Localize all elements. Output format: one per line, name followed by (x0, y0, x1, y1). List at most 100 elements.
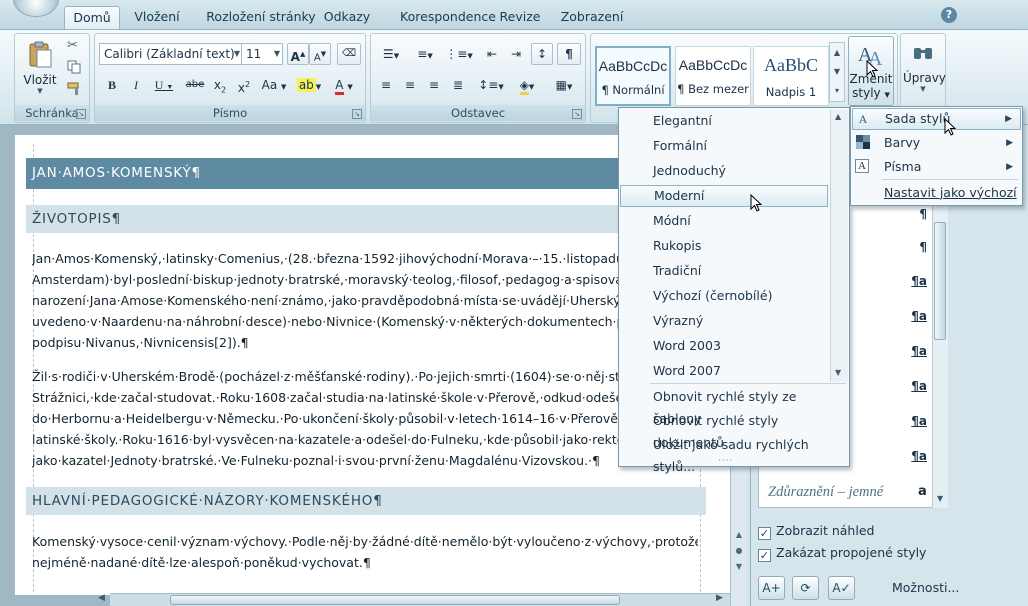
style-set-menu-item[interactable]: Sada stylů ▶ (852, 108, 1021, 130)
tab-page-layout[interactable]: Rozložení stránky (196, 6, 326, 30)
font-family-select[interactable]: Calibri (Základní text) ▼ (99, 43, 243, 65)
paste-button[interactable]: Vložit ▼ (19, 38, 61, 104)
cut-icon[interactable]: ✂ (67, 38, 83, 54)
style-set-item[interactable]: Word 2007 (620, 360, 828, 382)
sort-icon[interactable]: ↕ (531, 43, 553, 65)
tab-insert[interactable]: Vložení (128, 6, 186, 30)
copy-icon[interactable] (67, 60, 83, 76)
strikethrough-button[interactable]: abe (183, 74, 207, 96)
checkbox-checked[interactable]: ✓ (758, 527, 771, 540)
justify-icon[interactable]: ≣ (447, 74, 469, 96)
tab-view[interactable]: Zobrazení (556, 6, 628, 30)
style-set-item[interactable]: Tradiční (620, 260, 828, 282)
options-link[interactable]: Možnosti... (892, 580, 959, 595)
italic-button[interactable]: I (125, 74, 147, 96)
document-heading-title[interactable]: JAN·AMOS·KOMENSKÝ¶ (26, 158, 716, 189)
align-left-icon[interactable]: ≡ (375, 74, 397, 96)
chevron-down-icon[interactable]: ▼ (937, 494, 943, 503)
line-spacing-icon[interactable]: ↕≡▼ (475, 74, 507, 96)
set-as-default-menu-item[interactable]: Nastavit jako výchozí (852, 182, 1021, 204)
tab-home[interactable]: Domů (64, 6, 120, 30)
multilevel-list-icon[interactable]: ⋮≡▼ (443, 43, 475, 65)
styles-list-scroll-thumb[interactable] (934, 222, 946, 340)
style-set-item-hovered[interactable]: Moderní (620, 185, 828, 207)
fonts-menu-item[interactable]: Písma ▶ (852, 156, 1021, 178)
borders-icon[interactable]: ▦▼ (547, 74, 581, 96)
bullets-icon[interactable]: ☰▼ (375, 43, 407, 65)
shading-icon[interactable]: ◈▼ (511, 74, 543, 96)
office-button[interactable] (14, 0, 58, 16)
grow-font-button[interactable]: A▲ (287, 43, 309, 65)
document-paragraph-1[interactable]: Jan·Amos·Komenský,·latinsky·Comenius,·(2… (32, 248, 698, 353)
mouse-cursor-icon (866, 60, 878, 78)
change-styles-label-2: styly ▼ (852, 86, 890, 100)
chevron-down-icon[interactable]: ▼ (835, 368, 841, 377)
format-painter-icon[interactable] (67, 82, 83, 98)
document-paragraph-2[interactable]: Žil·s·rodiči·v·Uherském·Brodě·(pocházel·… (32, 366, 698, 471)
superscript-button[interactable]: x2 (233, 74, 255, 96)
chevron-up-icon[interactable]: ▲ (835, 112, 841, 121)
gallery-more-icon[interactable]: ▾ (830, 81, 844, 100)
style-normal[interactable]: AaBbCcDc ¶ Normální (595, 46, 671, 106)
style-set-item[interactable]: Výrazný (620, 310, 828, 332)
next-page-icon[interactable]: ▼ (734, 562, 744, 572)
editing-button[interactable]: Úpravy ▼ (903, 40, 946, 100)
style-set-item[interactable]: Módní (620, 210, 828, 232)
clipboard-dialog-launcher[interactable]: ↘ (76, 109, 86, 119)
tab-review[interactable]: Revize (486, 6, 554, 30)
font-color-icon[interactable]: A ▼ (327, 74, 361, 96)
font-size-select[interactable]: 11 ▼ (241, 43, 283, 65)
shrink-font-button[interactable]: A▼ (309, 43, 331, 65)
document-heading-pedagogy[interactable]: HLAVNÍ·PEDAGOGICKÉ·NÁZORY·KOMENSKÉHO¶ (26, 487, 706, 515)
previous-page-icon[interactable]: ▲ (734, 530, 744, 540)
style-set-item[interactable]: Word 2003 (620, 335, 828, 357)
align-center-icon[interactable]: ≡ (399, 74, 421, 96)
show-preview-checkbox[interactable]: ✓ Zobrazit náhled (758, 523, 874, 541)
scroll-left-icon[interactable]: ◀ (98, 593, 105, 603)
horizontal-scroll-thumb[interactable] (170, 595, 620, 605)
gallery-scroll[interactable]: ▲ ▼ ▾ (829, 42, 845, 102)
style-set-item[interactable]: Elegantní (620, 110, 828, 132)
manage-styles-icon[interactable]: A✓ (828, 576, 855, 600)
browse-object-icon[interactable]: ● (734, 546, 744, 556)
style-sets-scrollbar[interactable]: ▲ ▼ (830, 110, 848, 382)
document-heading-biography[interactable]: ŽIVOTOPIS¶ (26, 205, 706, 233)
colors-menu-item[interactable]: Barvy ▶ (852, 132, 1021, 154)
menu-resize-grip[interactable]: ···· (718, 456, 733, 466)
checkbox-checked[interactable]: ✓ (758, 549, 771, 562)
chevron-down-icon: ▼ (273, 49, 280, 58)
scroll-right-icon[interactable]: ▶ (716, 593, 723, 603)
change-case-button[interactable]: Aa ▼ (257, 74, 291, 96)
paragraph-dialog-launcher[interactable]: ↘ (572, 109, 582, 119)
style-heading-1[interactable]: AaBbC Nadpis 1 (753, 46, 829, 106)
reset-from-template-item[interactable]: Obnovit rychlé styly ze šablony (620, 386, 848, 426)
save-as-style-set-item[interactable]: Uložit jako sadu rychlých stylů... (620, 434, 848, 474)
bold-button[interactable]: B (101, 74, 123, 96)
help-icon[interactable]: ? (941, 7, 957, 23)
style-set-item[interactable]: Rukopis (620, 235, 828, 257)
tab-references[interactable]: Odkazy (314, 6, 380, 30)
chevron-down-icon: ▼ (233, 49, 240, 58)
decrease-indent-icon[interactable]: ⇤ (481, 43, 503, 65)
clear-formatting-icon[interactable]: ⌫ (337, 43, 361, 65)
increase-indent-icon[interactable]: ⇥ (505, 43, 527, 65)
font-dialog-launcher[interactable]: ↘ (352, 109, 362, 119)
underline-button[interactable]: U ▼ (149, 74, 179, 96)
style-subtle-emphasis[interactable]: Zdůraznění – jemné (768, 484, 883, 501)
style-inspector-icon[interactable]: ⟳ (792, 576, 819, 600)
highlight-icon[interactable]: ab ▼ (293, 74, 325, 96)
style-set-item[interactable]: Výchozí (černobílé) (620, 285, 828, 307)
style-set-item[interactable]: Jednoduchý (620, 160, 828, 182)
show-marks-icon[interactable]: ¶ (557, 43, 581, 65)
numbering-icon[interactable]: ≡▼ (409, 43, 441, 65)
subscript-button[interactable]: x2 (209, 74, 231, 96)
chevron-down-icon[interactable]: ▼ (830, 62, 844, 81)
new-style-icon[interactable]: A+ (758, 576, 785, 600)
disable-linked-styles-checkbox[interactable]: ✓ Zakázat propojené styly (758, 545, 926, 563)
style-set-item[interactable]: Formální (620, 135, 828, 157)
reset-document-styles-item[interactable]: Obnovit rychlé styly dokumentů (620, 410, 848, 450)
style-no-spacing[interactable]: AaBbCcDc ¶ Bez mezer (675, 46, 751, 106)
chevron-up-icon[interactable]: ▲ (830, 43, 844, 62)
document-paragraph-3[interactable]: Komenský·vysoce·cenil·význam·výchovy.·Po… (32, 531, 698, 573)
align-right-icon[interactable]: ≡ (423, 74, 445, 96)
